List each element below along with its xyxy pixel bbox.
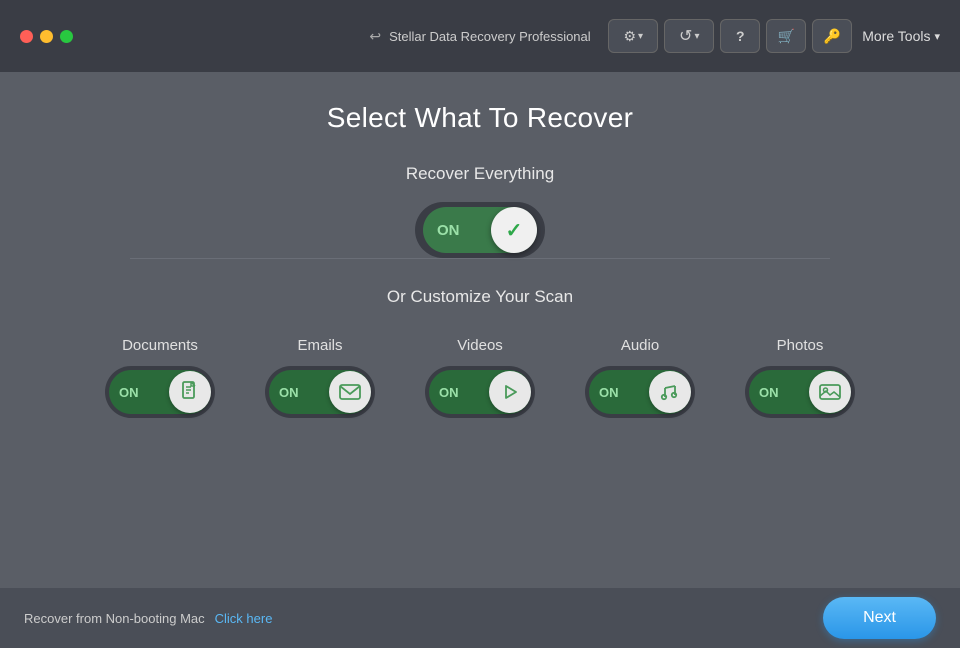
gear-icon: ⚙	[623, 28, 636, 45]
audio-toggle-knob	[649, 371, 691, 413]
close-button[interactable]	[20, 30, 33, 43]
documents-toggle[interactable]: ON	[105, 366, 215, 418]
fullscreen-button[interactable]	[60, 30, 73, 43]
more-tools-button[interactable]: More Tools ▾	[862, 28, 940, 44]
category-audio: Audio ON	[585, 337, 695, 418]
page-title: Select What To Recover	[327, 102, 633, 134]
videos-toggle-knob	[489, 371, 531, 413]
history-button[interactable]: ↺ ▾	[664, 19, 714, 53]
dropdown-arrow-icon: ▾	[638, 31, 643, 42]
app-title: Stellar Data Recovery Professional	[389, 29, 591, 44]
photos-label: Photos	[777, 337, 824, 354]
emails-toggle-track: ON	[269, 370, 371, 414]
category-emails: Emails ON	[265, 337, 375, 418]
minimize-button[interactable]	[40, 30, 53, 43]
titlebar: ↩ Stellar Data Recovery Professional ⚙ ▾…	[0, 0, 960, 72]
audio-icon	[657, 381, 683, 403]
recover-everything-label: Recover Everything	[406, 164, 554, 184]
cart-icon: 🛒	[778, 28, 795, 45]
document-icon	[180, 381, 200, 403]
videos-toggle-on: ON	[429, 385, 489, 400]
videos-label: Videos	[457, 337, 503, 354]
question-icon: ?	[736, 28, 745, 44]
audio-toggle-track: ON	[589, 370, 691, 414]
main-content: Select What To Recover Recover Everythin…	[0, 72, 960, 418]
bottom-left: Recover from Non-booting Mac Click here	[24, 611, 272, 626]
documents-toggle-track: ON	[109, 370, 211, 414]
toggle-track: ON ✓	[423, 207, 537, 253]
key-button[interactable]: 🔑	[812, 19, 852, 53]
documents-toggle-on: ON	[109, 385, 169, 400]
email-icon	[338, 383, 362, 401]
traffic-lights	[20, 30, 73, 43]
more-tools-arrow-icon: ▾	[934, 30, 940, 43]
history-icon: ↺	[679, 26, 692, 46]
emails-toggle-knob	[329, 371, 371, 413]
checkmark-icon: ✓	[506, 218, 523, 243]
photos-toggle-on: ON	[749, 385, 809, 400]
divider	[130, 258, 830, 259]
titlebar-center: ↩ Stellar Data Recovery Professional	[369, 28, 590, 45]
category-photos: Photos ON	[745, 337, 855, 418]
non-booting-label: Recover from Non-booting Mac	[24, 611, 205, 626]
photos-toggle-track: ON	[749, 370, 851, 414]
toggle-knob: ✓	[491, 207, 537, 253]
settings-button[interactable]: ⚙ ▾	[608, 19, 658, 53]
click-here-link[interactable]: Click here	[215, 611, 273, 626]
key-icon: 🔑	[824, 28, 841, 45]
documents-toggle-knob	[169, 371, 211, 413]
categories-container: Documents ON	[105, 337, 855, 418]
emails-toggle-on: ON	[269, 385, 329, 400]
customize-label: Or Customize Your Scan	[387, 287, 573, 307]
photo-icon	[818, 382, 842, 402]
recover-everything-toggle[interactable]: ON ✓	[415, 202, 545, 258]
videos-toggle-track: ON	[429, 370, 531, 414]
next-button[interactable]: Next	[823, 597, 936, 639]
category-videos: Videos ON	[425, 337, 535, 418]
dropdown-arrow-icon: ▾	[694, 31, 699, 42]
photos-toggle[interactable]: ON	[745, 366, 855, 418]
back-icon[interactable]: ↩	[369, 28, 381, 45]
video-icon	[499, 381, 521, 403]
audio-toggle-on: ON	[589, 385, 649, 400]
more-tools-label: More Tools	[862, 28, 930, 44]
toolbar: ⚙ ▾ ↺ ▾ ? 🛒 🔑	[608, 19, 852, 53]
emails-toggle[interactable]: ON	[265, 366, 375, 418]
cart-button[interactable]: 🛒	[766, 19, 806, 53]
videos-toggle[interactable]: ON	[425, 366, 535, 418]
documents-label: Documents	[122, 337, 198, 354]
photos-toggle-knob	[809, 371, 851, 413]
toggle-on-label: ON	[423, 222, 491, 239]
help-button[interactable]: ?	[720, 19, 760, 53]
emails-label: Emails	[297, 337, 342, 354]
audio-toggle[interactable]: ON	[585, 366, 695, 418]
bottom-bar: Recover from Non-booting Mac Click here …	[0, 588, 960, 648]
category-documents: Documents ON	[105, 337, 215, 418]
audio-label: Audio	[621, 337, 659, 354]
